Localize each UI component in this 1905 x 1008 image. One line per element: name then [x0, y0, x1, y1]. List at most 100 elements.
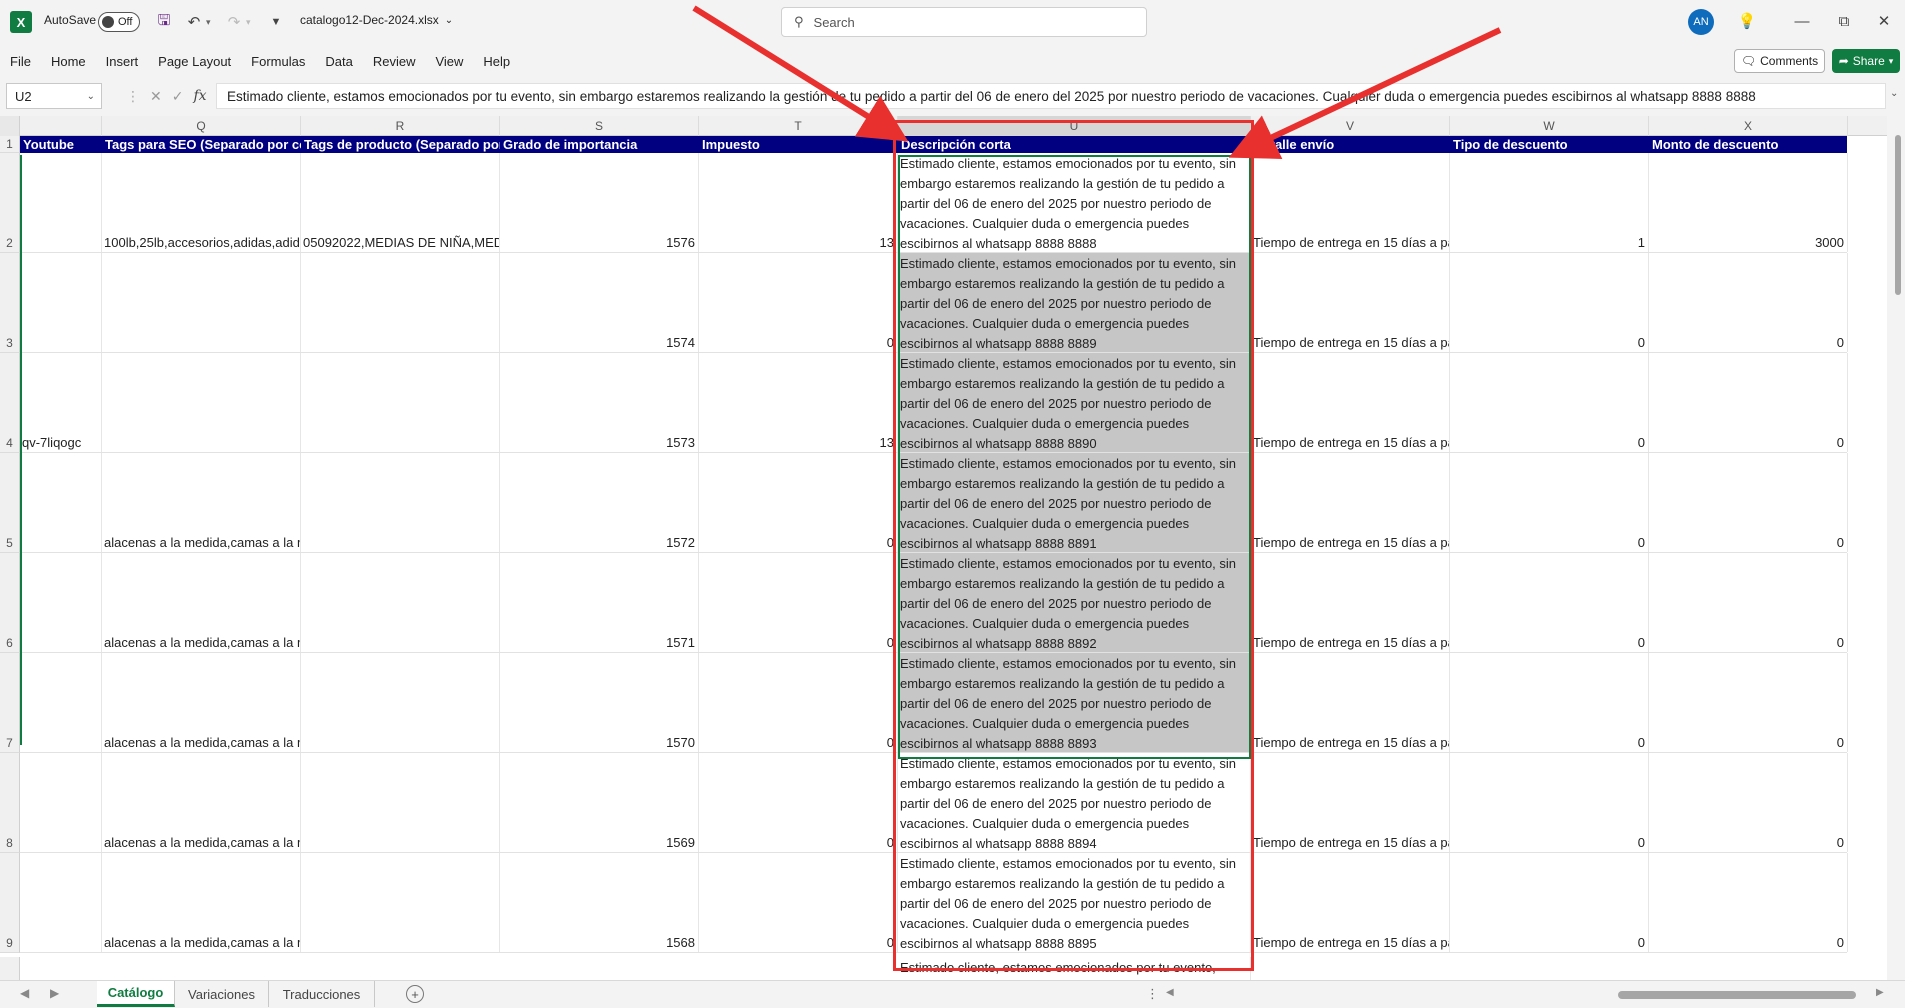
cell-shipping[interactable]: Tiempo de entrega en 15 días a partir — [1251, 353, 1450, 452]
cell-product-tags[interactable] — [301, 253, 500, 352]
cell-seo-tags[interactable]: alacenas a la medida,camas a la medida,c… — [102, 853, 301, 952]
file-name[interactable]: catalogo12-Dec-2024.xlsx ⌄ — [300, 13, 453, 27]
cell-discount-amount[interactable]: 0 — [1649, 753, 1848, 852]
cell-seo-tags[interactable]: 100lb,25lb,accesorios,adidas,adidas — [102, 153, 301, 252]
cell-description[interactable]: Estimado cliente, estamos emocionados po… — [898, 253, 1251, 352]
cell-youtube[interactable] — [20, 753, 102, 852]
menu-insert[interactable]: Insert — [106, 54, 139, 69]
header-tax[interactable]: Impuesto — [699, 136, 898, 153]
menu-help[interactable]: Help — [483, 54, 510, 69]
cell-discount-amount[interactable]: 0 — [1649, 553, 1848, 652]
column-header-q[interactable]: Q — [102, 116, 301, 136]
cell-youtube[interactable] — [20, 453, 102, 552]
column-header-v[interactable]: V — [1251, 116, 1450, 136]
cell-product-tags[interactable] — [301, 353, 500, 452]
cell-shipping[interactable]: Tiempo de entrega en 15 días a partir — [1251, 153, 1450, 252]
cell-description[interactable]: Estimado cliente, estamos emocionados po… — [898, 553, 1251, 652]
sheet-next-icon[interactable]: ▶ — [50, 986, 59, 1000]
cell-discount-type[interactable]: 1 — [1450, 153, 1649, 252]
save-icon[interactable]: 🖫 — [152, 10, 176, 34]
search-box[interactable]: ⚲ Search — [781, 7, 1147, 37]
cell-tax[interactable]: 0 — [699, 653, 898, 752]
cell-shipping[interactable]: Tiempo de entrega en 15 días a partir — [1251, 453, 1450, 552]
cell-discount-type[interactable]: 0 — [1450, 653, 1649, 752]
cell-shipping[interactable]: Tiempo de entrega en 15 días a partir — [1251, 253, 1450, 352]
close-icon[interactable]: ✕ — [1872, 9, 1896, 33]
cell-importance[interactable]: 1576 — [500, 153, 699, 252]
cell-youtube[interactable]: qv-7liqogc — [20, 353, 102, 452]
header-importance[interactable]: Grado de importancia — [500, 136, 699, 153]
cell-youtube[interactable] — [20, 553, 102, 652]
cell-youtube[interactable] — [20, 253, 102, 352]
cell-tax[interactable]: 0 — [699, 753, 898, 852]
cell-importance[interactable]: 1569 — [500, 753, 699, 852]
sheet-prev-icon[interactable]: ◀ — [20, 986, 29, 1000]
enter-check-icon[interactable]: ✓ — [172, 88, 184, 105]
horizontal-scroll-thumb[interactable] — [1618, 991, 1856, 999]
redo-dropdown-icon[interactable]: ▾ — [246, 17, 251, 28]
cell-seo-tags[interactable]: alacenas a la medida,camas a la medida,c… — [102, 653, 301, 752]
formula-input[interactable]: Estimado cliente, estamos emocionados po… — [216, 83, 1886, 109]
add-sheet-icon[interactable]: + — [406, 985, 424, 1003]
header-product-tags[interactable]: Tags de producto (Separado por comas) — [301, 136, 500, 153]
row-header-7[interactable]: 7 — [0, 653, 20, 753]
row-header-1[interactable]: 1 — [0, 136, 20, 153]
menu-file[interactable]: File — [10, 54, 31, 69]
cell-tax[interactable]: 0 — [699, 253, 898, 352]
cell-product-tags[interactable] — [301, 753, 500, 852]
insert-function-icon[interactable]: fx — [193, 88, 206, 104]
header-youtube[interactable]: Youtube — [20, 136, 102, 153]
cell-description[interactable]: Estimado cliente, estamos emocionados po… — [898, 753, 1251, 852]
cell-discount-type[interactable]: 0 — [1450, 553, 1649, 652]
cell-tax[interactable]: 0 — [699, 553, 898, 652]
cell-seo-tags[interactable]: alacenas a la medida,camas a la medida,c… — [102, 753, 301, 852]
header-discount-amount[interactable]: Monto de descuento — [1649, 136, 1848, 153]
cell-seo-tags[interactable] — [102, 353, 301, 452]
cell-description[interactable]: Estimado cliente, estamos emocionados po… — [898, 653, 1251, 752]
vertical-scroll-thumb[interactable] — [1895, 135, 1901, 295]
cell-product-tags[interactable] — [301, 553, 500, 652]
menu-home[interactable]: Home — [51, 54, 86, 69]
row-header-9[interactable]: 9 — [0, 853, 20, 953]
column-header-r[interactable]: R — [301, 116, 500, 136]
user-avatar[interactable]: AN — [1688, 9, 1714, 35]
comments-button[interactable]: 🗨 Comments — [1734, 49, 1825, 73]
cell-importance[interactable]: 1572 — [500, 453, 699, 552]
cell-description[interactable]: Estimado cliente, estamos emocionados po… — [898, 353, 1251, 452]
cell-tax[interactable]: 13 — [699, 353, 898, 452]
cell-product-tags[interactable] — [301, 853, 500, 952]
column-header-w[interactable]: W — [1450, 116, 1649, 136]
cell-youtube[interactable] — [20, 853, 102, 952]
header-short-description[interactable]: Descripción corta — [898, 136, 1251, 153]
cell-youtube[interactable] — [20, 653, 102, 752]
row-header-2[interactable]: 2 — [0, 153, 20, 253]
cell-discount-amount[interactable]: 0 — [1649, 453, 1848, 552]
select-all-corner[interactable] — [0, 116, 20, 136]
restore-icon[interactable]: ⧉ — [1832, 9, 1856, 33]
more-options-icon[interactable]: ⋮ — [1146, 986, 1159, 1002]
column-header-u[interactable]: U — [898, 116, 1251, 136]
cell-tax[interactable]: 0 — [699, 853, 898, 952]
row-header-3[interactable]: 3 — [0, 253, 20, 353]
cell-importance[interactable]: 1570 — [500, 653, 699, 752]
cell-discount-amount[interactable]: 0 — [1649, 253, 1848, 352]
row-header-10[interactable] — [0, 957, 20, 980]
cell-importance[interactable]: 1568 — [500, 853, 699, 952]
cell-discount-amount[interactable]: 0 — [1649, 653, 1848, 752]
menu-data[interactable]: Data — [325, 54, 352, 69]
cell-discount-type[interactable]: 0 — [1450, 753, 1649, 852]
cell-discount-type[interactable]: 0 — [1450, 353, 1649, 452]
undo-icon[interactable]: ↶ — [182, 10, 206, 34]
cell-product-tags[interactable] — [301, 653, 500, 752]
cell-product-tags[interactable] — [301, 453, 500, 552]
cell-importance[interactable]: 1573 — [500, 353, 699, 452]
menu-view[interactable]: View — [435, 54, 463, 69]
column-header-s[interactable]: S — [500, 116, 699, 136]
cancel-icon[interactable]: ✕ — [150, 88, 162, 105]
sheet-tab-variaciones[interactable]: Variaciones — [175, 981, 269, 1007]
cell-description[interactable]: Estimado cliente, estamos emocionados po… — [898, 453, 1251, 552]
cell-shipping[interactable]: Tiempo de entrega en 15 días a partir — [1251, 753, 1450, 852]
menu-formulas[interactable]: Formulas — [251, 54, 305, 69]
menu-page-layout[interactable]: Page Layout — [158, 54, 231, 69]
cell-discount-amount[interactable]: 0 — [1649, 853, 1848, 952]
